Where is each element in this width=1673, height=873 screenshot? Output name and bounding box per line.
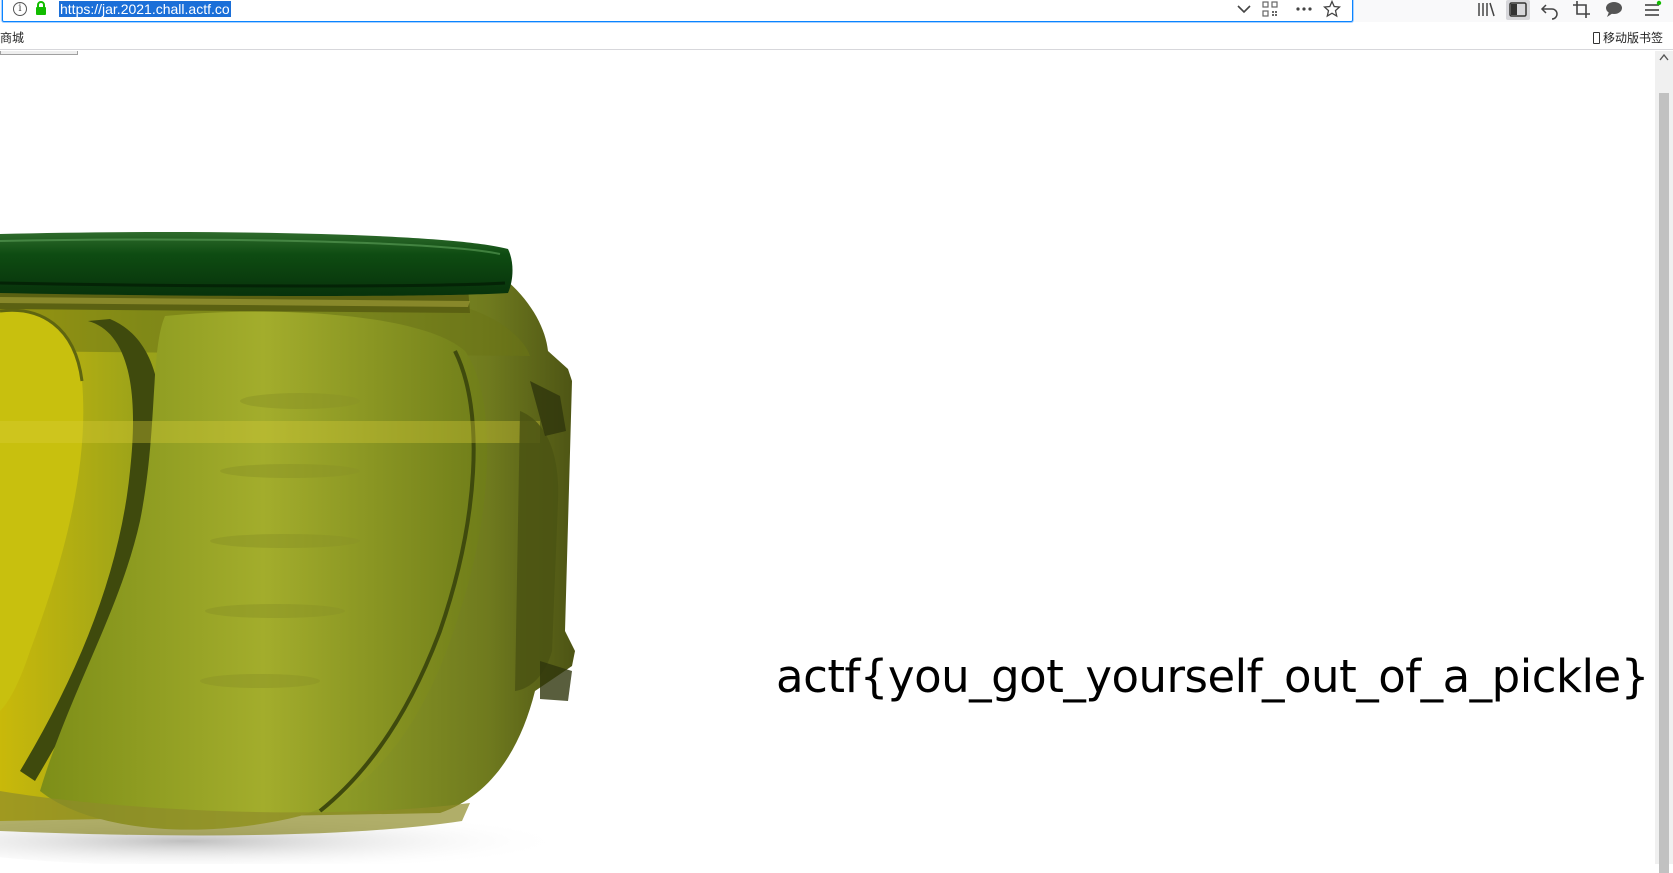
url-text[interactable]: https://jar.2021.chall.actf.co [59,1,231,17]
chat-icon[interactable] [1602,0,1626,20]
page-viewport: actf{you_got_yourself_out_of_a_pickle} [0,51,1655,864]
pickle-jar-image [0,231,575,864]
flag-text: actf{you_got_yourself_out_of_a_pickle} [776,650,1649,703]
chevron-down-icon[interactable] [1235,0,1253,18]
scroll-up-arrow-icon[interactable] [1655,51,1673,67]
sidebar-icon[interactable] [1506,0,1530,20]
lock-icon[interactable] [35,1,47,20]
scrollbar-thumb[interactable] [1659,93,1669,873]
screenshot-crop-icon[interactable] [1570,0,1594,20]
address-bar[interactable]: i https://jar.2021.chall.actf.co [2,0,1353,22]
library-icon[interactable] [1474,0,1498,20]
phone-icon [1592,32,1600,44]
browser-toolbar: i https://jar.2021.chall.actf.co [0,0,1673,22]
qr-code-icon[interactable] [1261,0,1279,18]
bookmark-star-icon[interactable] [1322,0,1342,18]
undo-icon[interactable] [1538,0,1562,20]
vertical-scrollbar[interactable] [1655,51,1673,873]
mobile-bookmarks[interactable]: 移动版书签 [1592,31,1663,45]
site-info-icon[interactable]: i [13,2,27,16]
bookmark-item-mall[interactable]: 商城 [0,31,24,45]
bookmarks-bar: 商城 移动版书签 [0,28,1673,50]
menu-icon[interactable] [1640,0,1664,20]
more-actions-icon[interactable] [1295,0,1313,18]
mobile-bookmarks-label: 移动版书签 [1602,31,1663,45]
